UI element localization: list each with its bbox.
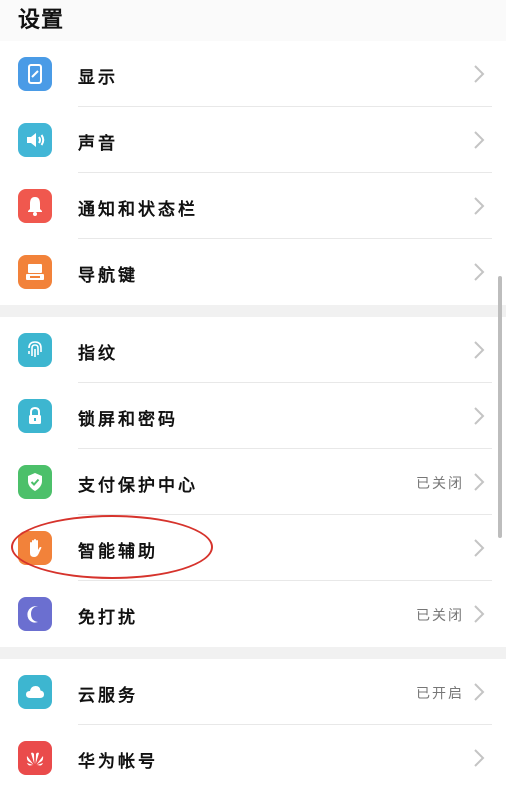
- settings-item-label: 指纹: [78, 344, 118, 364]
- settings-item-huawei-account[interactable]: 华为帐号: [0, 725, 506, 791]
- lock-icon: [18, 399, 52, 433]
- settings-section-account: 云服务 已开启 华为帐号: [0, 659, 506, 791]
- settings-item-label: 声音: [78, 134, 118, 154]
- scrollbar[interactable]: [498, 276, 502, 538]
- chevron-right-icon: [474, 473, 485, 491]
- chevron-right-icon: [474, 749, 485, 767]
- settings-item-label: 云服务: [78, 686, 138, 706]
- settings-item-payment-protection[interactable]: 支付保护中心 已关闭: [0, 449, 506, 515]
- shield-check-icon: [18, 465, 52, 499]
- chevron-right-icon: [474, 605, 485, 623]
- section-gap: [0, 305, 506, 317]
- settings-item-do-not-disturb[interactable]: 免打扰 已关闭: [0, 581, 506, 647]
- keyboard-icon: [18, 255, 52, 289]
- settings-item-label: 华为帐号: [78, 752, 158, 772]
- status-text: 已开启: [416, 686, 464, 702]
- status-text: 已关闭: [416, 608, 464, 624]
- settings-item-display[interactable]: 显示: [0, 41, 506, 107]
- settings-item-label: 免打扰: [78, 608, 138, 628]
- moon-icon: [18, 597, 52, 631]
- chevron-right-icon: [474, 65, 485, 83]
- phone-display-icon: [18, 57, 52, 91]
- status-text: 已关闭: [416, 476, 464, 492]
- page-title: 设置: [18, 8, 65, 33]
- settings-item-label: 显示: [78, 68, 118, 88]
- cloud-icon: [18, 675, 52, 709]
- settings-item-label: 通知和状态栏: [78, 200, 198, 220]
- settings-item-label: 导航键: [78, 266, 138, 286]
- settings-item-label: 锁屏和密码: [78, 410, 178, 430]
- settings-item-nav-keys[interactable]: 导航键: [0, 239, 506, 305]
- settings-section-security: 指纹 锁屏和密码 支付保护中心 已关闭 智能辅助 免打扰 已关闭: [0, 317, 506, 647]
- bell-icon: [18, 189, 52, 223]
- settings-item-fingerprint[interactable]: 指纹: [0, 317, 506, 383]
- hand-icon: [18, 531, 52, 565]
- settings-item-label: 支付保护中心: [78, 476, 198, 496]
- settings-item-accessibility[interactable]: 智能辅助: [0, 515, 506, 581]
- section-gap: [0, 647, 506, 659]
- settings-item-lock-screen[interactable]: 锁屏和密码: [0, 383, 506, 449]
- settings-section-display: 显示 声音 通知和状态栏 导航键: [0, 41, 506, 305]
- chevron-right-icon: [474, 407, 485, 425]
- settings-item-label: 智能辅助: [78, 542, 158, 562]
- settings-item-cloud[interactable]: 云服务 已开启: [0, 659, 506, 725]
- chevron-right-icon: [474, 263, 485, 281]
- chevron-right-icon: [474, 683, 485, 701]
- settings-item-sound[interactable]: 声音: [0, 107, 506, 173]
- chevron-right-icon: [474, 197, 485, 215]
- chevron-right-icon: [474, 131, 485, 149]
- huawei-logo-icon: [18, 741, 52, 775]
- chevron-right-icon: [474, 341, 485, 359]
- header: 设置: [0, 0, 506, 44]
- settings-item-notifications[interactable]: 通知和状态栏: [0, 173, 506, 239]
- chevron-right-icon: [474, 539, 485, 557]
- fingerprint-icon: [18, 333, 52, 367]
- speaker-icon: [18, 123, 52, 157]
